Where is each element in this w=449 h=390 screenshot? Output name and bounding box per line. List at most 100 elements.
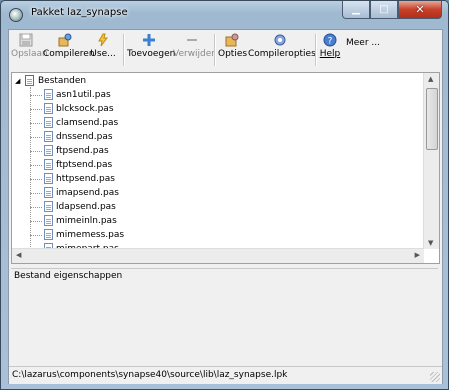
svg-text:?: ? bbox=[328, 37, 333, 47]
tree-file-label: httpsend.pas bbox=[56, 174, 115, 184]
compiler-options-icon bbox=[274, 34, 286, 46]
package-icon bbox=[9, 8, 23, 22]
folder-files-icon bbox=[25, 75, 34, 86]
add-button[interactable]: Toevoegen bbox=[127, 32, 176, 68]
tree-file-label: dnssend.pas bbox=[56, 132, 113, 142]
save-icon bbox=[19, 33, 33, 47]
compiler-options-label: Compileropties bbox=[248, 49, 316, 59]
pascal-file-icon bbox=[44, 215, 53, 226]
remove-icon bbox=[187, 39, 197, 41]
scroll-right-icon[interactable]: ▶ bbox=[415, 251, 420, 259]
tree-horizontal-scrollbar[interactable]: ◀ ▶ bbox=[12, 248, 424, 263]
pascal-file-icon bbox=[44, 103, 53, 114]
tree-file-label: mimemess.pas bbox=[56, 230, 125, 240]
tree-file-item[interactable]: dnssend.pas bbox=[12, 130, 412, 144]
help-button[interactable]: ? Help bbox=[319, 32, 341, 68]
more-label: Meer ... bbox=[346, 38, 380, 48]
scroll-down-icon[interactable]: ▼ bbox=[428, 239, 433, 247]
remove-label: Verwijder bbox=[173, 49, 216, 59]
tree-file-label: imapsend.pas bbox=[56, 188, 119, 198]
tree-branch-line bbox=[30, 95, 42, 96]
help-icon: ? bbox=[323, 33, 337, 47]
compiler-options-button[interactable]: Compileropties bbox=[248, 32, 316, 68]
help-label: Help bbox=[319, 49, 341, 59]
tree-file-item[interactable]: clamsend.pas bbox=[12, 116, 412, 130]
tree-file-label: ftptsend.pas bbox=[56, 160, 113, 170]
pascal-file-icon bbox=[44, 145, 53, 156]
status-bar: C:\lazarus\components\synapse40\source\l… bbox=[9, 366, 442, 384]
title-bar[interactable]: Pakket laz_synapse ▁ □ ✕ bbox=[1, 1, 448, 27]
tree-branch-line bbox=[30, 235, 42, 236]
options-button[interactable]: Opties bbox=[218, 32, 248, 68]
add-label: Toevoegen bbox=[127, 49, 176, 59]
tree-file-label: ftpsend.pas bbox=[56, 146, 109, 156]
tree-branch-line bbox=[30, 151, 42, 152]
package-window: Pakket laz_synapse ▁ □ ✕ Opslaan Compile… bbox=[0, 0, 449, 390]
pascal-file-icon bbox=[44, 187, 53, 198]
options-icon bbox=[225, 33, 239, 47]
tree-file-item[interactable]: ftpsend.pas bbox=[12, 144, 412, 158]
tree-file-label: asn1util.pas bbox=[56, 90, 111, 100]
use-button[interactable]: Use... bbox=[89, 32, 117, 68]
close-icon: ✕ bbox=[415, 3, 425, 16]
pascal-file-icon bbox=[44, 131, 53, 142]
pascal-file-icon bbox=[44, 117, 53, 128]
caption-buttons: ▁ □ ✕ bbox=[342, 1, 442, 19]
client-area: Opslaan Compileren Use... Toevoegen Verw… bbox=[8, 29, 443, 384]
resize-grip-icon[interactable] bbox=[430, 372, 440, 382]
properties-label: Bestand eigenschappen bbox=[14, 271, 123, 281]
tree-file-label: ldapsend.pas bbox=[56, 202, 116, 212]
status-path: C:\lazarus\components\synapse40\source\l… bbox=[12, 370, 288, 380]
add-icon bbox=[143, 34, 155, 46]
tree-branch-line bbox=[30, 123, 42, 124]
tree-root-label: Bestanden bbox=[38, 76, 87, 86]
scroll-left-icon[interactable]: ◀ bbox=[16, 251, 21, 259]
close-button[interactable]: ✕ bbox=[398, 1, 442, 19]
pascal-file-icon bbox=[44, 229, 53, 240]
compile-label: Compileren bbox=[43, 49, 95, 59]
use-icon bbox=[98, 33, 108, 47]
tree-scroll-thumb[interactable] bbox=[426, 88, 438, 150]
tree-file-item[interactable]: mimeinln.pas bbox=[12, 214, 412, 228]
compile-icon bbox=[58, 33, 72, 47]
tree-file-item[interactable]: httpsend.pas bbox=[12, 172, 412, 186]
remove-button[interactable]: Verwijder bbox=[173, 32, 216, 68]
tree-file-item[interactable]: blcksock.pas bbox=[12, 102, 412, 116]
tree-branch-line bbox=[30, 109, 42, 110]
save-label: Opslaan bbox=[11, 49, 48, 59]
properties-panel: Bestand eigenschappen bbox=[11, 268, 438, 365]
pascal-file-icon bbox=[44, 89, 53, 100]
options-label: Opties bbox=[218, 49, 248, 59]
toolbar-separator bbox=[315, 34, 317, 66]
file-tree[interactable]: ◢ Bestanden asn1util.pas blcksock.pas clam… bbox=[11, 72, 440, 264]
tree-file-label: blcksock.pas bbox=[56, 104, 114, 114]
tree-file-item[interactable]: imapsend.pas bbox=[12, 186, 412, 200]
toolbar: Opslaan Compileren Use... Toevoegen Verw… bbox=[9, 30, 442, 70]
tree-file-label: clamsend.pas bbox=[56, 118, 119, 128]
minimize-button[interactable]: ▁ bbox=[342, 1, 370, 19]
tree-file-item[interactable]: mimemess.pas bbox=[12, 228, 412, 242]
more-button[interactable]: Meer ... bbox=[345, 38, 381, 74]
tree-branch-line bbox=[30, 165, 42, 166]
minimize-icon: ▁ bbox=[352, 4, 360, 15]
pascal-file-icon bbox=[44, 201, 53, 212]
tree-branch-line bbox=[30, 179, 42, 180]
tree-file-item[interactable]: asn1util.pas bbox=[12, 88, 412, 102]
window-title: Pakket laz_synapse bbox=[31, 7, 128, 18]
scroll-up-icon[interactable]: ▲ bbox=[428, 75, 433, 83]
maximize-button[interactable]: □ bbox=[370, 1, 398, 19]
tree-vertical-scrollbar[interactable]: ▲ ▼ bbox=[423, 73, 439, 249]
collapse-arrow-icon[interactable]: ◢ bbox=[15, 74, 20, 88]
toolbar-separator bbox=[123, 34, 125, 66]
toolbar-separator bbox=[214, 34, 216, 66]
save-button[interactable]: Opslaan bbox=[11, 32, 48, 68]
tree-branch-line bbox=[30, 193, 42, 194]
pascal-file-icon bbox=[44, 173, 53, 184]
tree-branch-line bbox=[30, 137, 42, 138]
use-label: Use... bbox=[90, 49, 116, 59]
tree-file-item[interactable]: ftptsend.pas bbox=[12, 158, 412, 172]
compile-button[interactable]: Compileren bbox=[43, 32, 95, 68]
maximize-icon: □ bbox=[379, 4, 389, 15]
tree-file-item[interactable]: ldapsend.pas bbox=[12, 200, 412, 214]
tree-file-label: mimeinln.pas bbox=[56, 216, 117, 226]
